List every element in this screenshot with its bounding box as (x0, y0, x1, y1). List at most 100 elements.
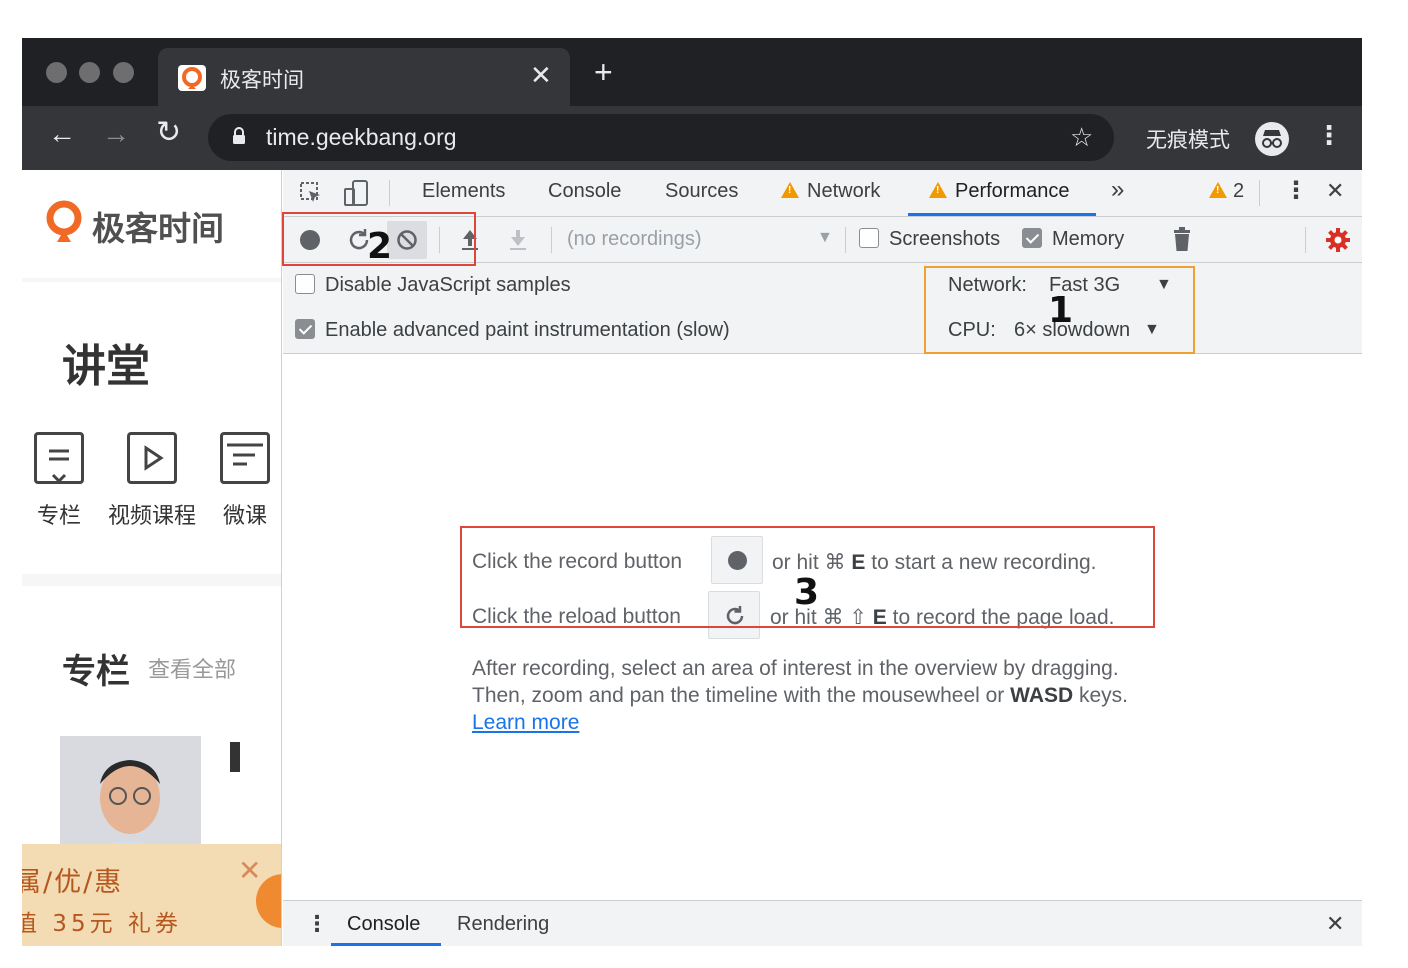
geekbang-logo-icon (46, 200, 82, 242)
promo-line-1: 属/优/惠 (22, 867, 124, 898)
category-label: 微课 (222, 504, 267, 529)
category-micro[interactable]: 微课 (218, 432, 272, 530)
column-icon (34, 432, 84, 484)
memory-checkbox[interactable] (1022, 227, 1042, 248)
category-video[interactable]: 视频课程 (102, 432, 202, 530)
learn-more-link[interactable]: Learn more (472, 711, 579, 734)
url-text[interactable]: time.geekbang.org (266, 124, 457, 151)
enable-paint-checkbox[interactable] (295, 318, 315, 339)
window-minimize-dot[interactable] (79, 62, 100, 83)
devtools-drawer: ⋮ Console Rendering ✕ (283, 900, 1362, 946)
drawer-active-indicator (331, 943, 441, 946)
drawer-tab-rendering[interactable]: Rendering (457, 913, 549, 936)
column-section-title: 专栏 (62, 652, 130, 692)
wasd-key: WASD (1010, 684, 1074, 707)
lock-icon (233, 127, 245, 144)
disable-js-samples-label: Disable JavaScript samples (325, 274, 571, 296)
enable-paint-option[interactable]: Enable advanced paint instrumentation (s… (295, 318, 730, 342)
web-page: 极客时间 讲堂 专栏 视频课程 微课 专栏 查看全部 属/优/惠 值 35元 礼… (22, 170, 282, 946)
recordings-select[interactable]: (no recordings) (567, 228, 702, 251)
disable-js-samples-option[interactable]: Disable JavaScript samples (295, 273, 571, 297)
warnings-counter[interactable]: 2 (1209, 180, 1244, 203)
reload-button[interactable]: ↻ (156, 118, 181, 148)
truncated-text-fragment (230, 742, 240, 772)
category-label: 专栏 (36, 504, 81, 529)
description-line-2: Then, zoom and pan the timeline with the… (472, 682, 1128, 709)
more-tabs-icon[interactable]: » (1111, 176, 1124, 204)
micro-course-icon (220, 432, 270, 484)
devtools-close-icon[interactable]: ✕ (1326, 178, 1344, 204)
browser-toolbar: ← → ↻ time.geekbang.org ☆ 无痕模式 ⋮ (22, 106, 1362, 170)
incognito-icon[interactable] (1255, 122, 1289, 156)
window-close-dot[interactable] (46, 62, 67, 83)
category-column[interactable]: 专栏 (32, 432, 86, 530)
drawer-menu-icon[interactable]: ⋮ (306, 911, 328, 937)
capture-settings-pane: Disable JavaScript samples Enable advanc… (283, 263, 1362, 354)
disable-js-samples-checkbox[interactable] (295, 273, 315, 294)
inspect-element-icon[interactable] (299, 181, 323, 205)
capture-settings-gear-icon[interactable] (1325, 227, 1351, 253)
tab-strip: 极客时间 ✕ + (22, 38, 1362, 106)
new-tab-button[interactable]: + (594, 56, 613, 88)
divider (22, 278, 281, 282)
tab-network[interactable]: Network (781, 180, 880, 203)
geekbang-favicon-icon (178, 65, 206, 91)
tab-sources[interactable]: Sources (665, 180, 738, 203)
garbage-collect-icon[interactable] (1172, 227, 1192, 253)
tab-elements[interactable]: Elements (422, 180, 505, 203)
description-line-2-suffix: keys. (1079, 684, 1129, 707)
download-icon[interactable] (507, 227, 529, 251)
tab-title: 极客时间 (220, 68, 304, 92)
forward-button[interactable]: → (102, 120, 130, 148)
memory-label: Memory (1052, 228, 1125, 250)
promo-line-2: 值 35元 礼券 (22, 911, 182, 937)
bookmark-star-icon[interactable]: ☆ (1070, 122, 1093, 153)
divider (22, 574, 281, 586)
logo-text: 极客时间 (92, 209, 224, 248)
category-label: 视频课程 (107, 504, 196, 529)
annotation-number-1: 1 (1048, 290, 1074, 331)
screenshots-checkbox[interactable] (859, 227, 879, 248)
incognito-label: 无痕模式 (1146, 128, 1230, 152)
tab-performance-label: Performance (955, 180, 1070, 202)
window-zoom-dot[interactable] (113, 62, 134, 83)
tab-network-label: Network (807, 180, 881, 202)
warning-icon (1209, 181, 1227, 198)
browser-window: 极客时间 ✕ + ← → ↻ time.geekbang.org ☆ 无痕模式 … (22, 38, 1362, 946)
screenshots-label: Screenshots (889, 228, 1001, 250)
warning-icon (781, 181, 799, 198)
drawer-close-icon[interactable]: ✕ (1326, 911, 1344, 937)
separator (551, 227, 552, 253)
annotation-number-2: 2 (367, 226, 393, 267)
separator (1305, 227, 1306, 253)
description-line-1: After recording, select an area of inter… (472, 657, 1119, 680)
device-toolbar-icon[interactable] (343, 179, 371, 207)
tab-performance[interactable]: Performance (929, 180, 1070, 203)
promo-banner[interactable]: 属/优/惠 值 35元 礼券 ✕ (22, 844, 281, 946)
warnings-count: 2 (1233, 180, 1245, 202)
tab-close-icon[interactable]: ✕ (530, 60, 552, 91)
view-all-link[interactable]: 查看全部 (148, 652, 236, 684)
chrome-menu-icon[interactable]: ⋮ (1316, 120, 1342, 151)
devtools-menu-icon[interactable]: ⋮ (1284, 176, 1308, 205)
memory-toggle[interactable]: Memory (1022, 227, 1125, 251)
active-tab-indicator (908, 213, 1096, 216)
separator (845, 227, 846, 253)
lecture-title: 讲堂 (62, 341, 150, 392)
screenshots-toggle[interactable]: Screenshots (859, 227, 1001, 251)
tab-console[interactable]: Console (548, 180, 621, 203)
warning-icon (929, 181, 947, 198)
separator (389, 180, 390, 206)
recordings-dropdown-icon[interactable]: ▼ (817, 229, 833, 247)
back-button[interactable]: ← (48, 120, 76, 148)
browser-tab[interactable]: 极客时间 ✕ (158, 48, 570, 106)
enable-paint-label: Enable advanced paint instrumentation (s… (325, 319, 730, 341)
description-line-2-prefix: Then, zoom and pan the timeline with the… (472, 684, 1005, 707)
geekbang-logo[interactable]: 极客时间 (44, 200, 224, 249)
address-bar[interactable]: time.geekbang.org ☆ (208, 114, 1114, 161)
promo-close-icon[interactable]: ✕ (238, 854, 261, 887)
landing-description: After recording, select an area of inter… (472, 655, 1128, 736)
separator (1259, 180, 1260, 206)
drawer-tab-console[interactable]: Console (347, 913, 420, 936)
author-avatar[interactable] (60, 736, 201, 856)
